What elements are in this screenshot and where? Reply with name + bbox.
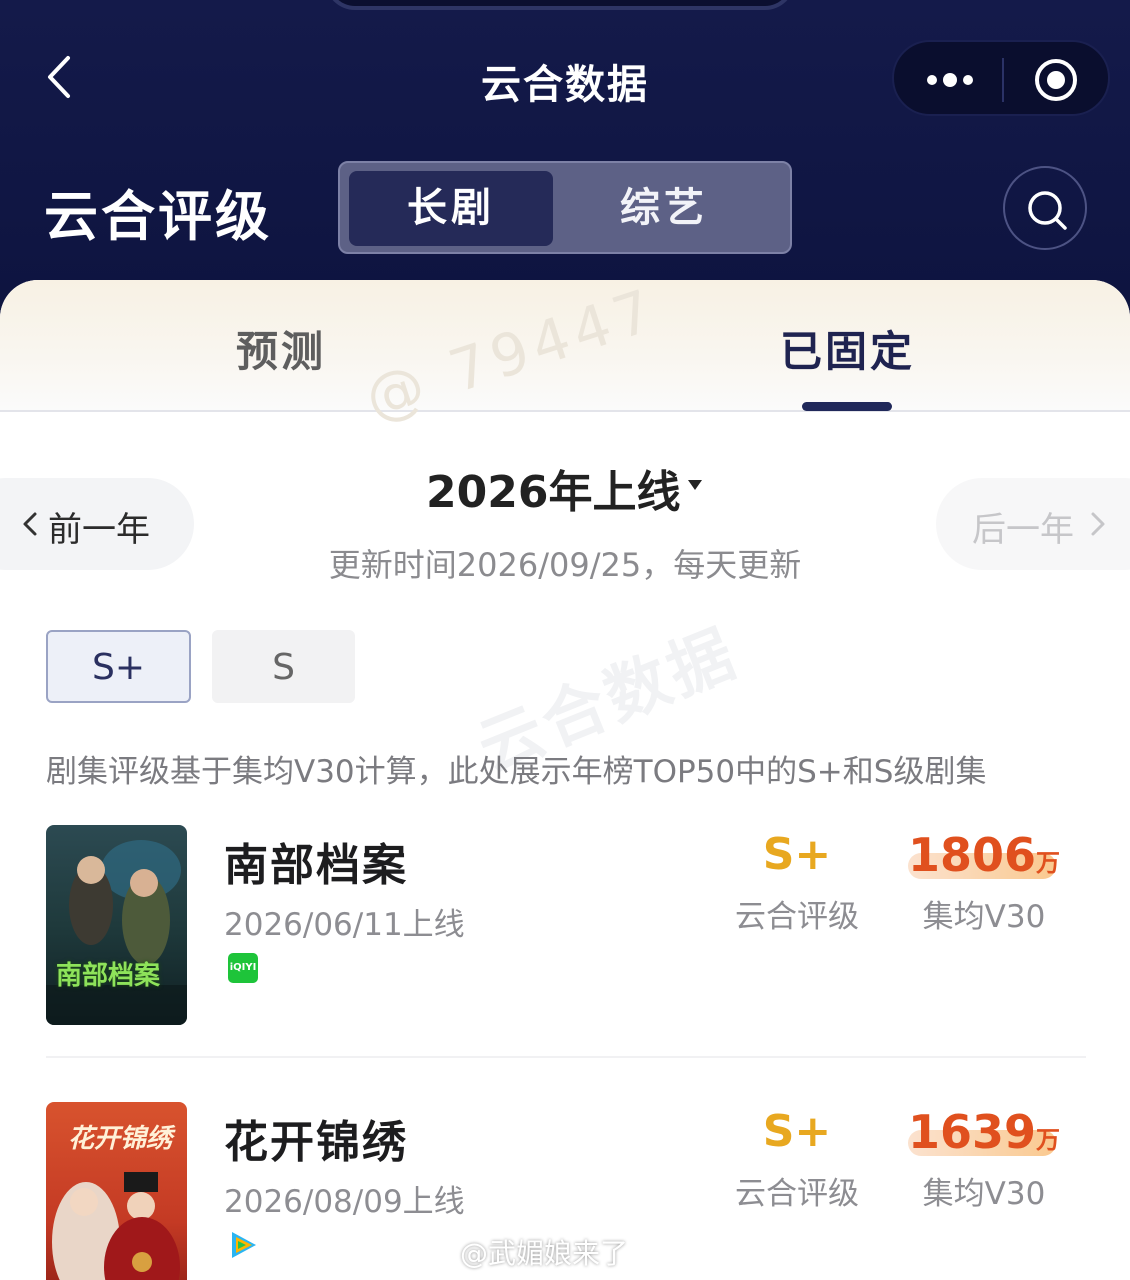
score-block: 1806万 集均V30 — [904, 827, 1064, 936]
score-unit: 万 — [1036, 849, 1061, 877]
segment-long-drama[interactable]: 长剧 — [349, 171, 553, 246]
score-unit: 万 — [1036, 1126, 1061, 1154]
next-year-button[interactable]: 后一年 — [936, 478, 1130, 570]
tab-predict[interactable]: 预测 — [236, 318, 326, 379]
source-credit: @武媚娘来了 — [460, 1237, 629, 1270]
iqiyi-icon: iQIYI — [228, 953, 258, 983]
rating-block: S+ 云合评级 — [732, 827, 862, 936]
drama-release-date: 2026/08/09上线 — [224, 1184, 465, 1220]
score-value: 1639 — [907, 1105, 1037, 1159]
year-selector[interactable]: 2026年上线 — [426, 456, 680, 520]
more-dots-icon — [927, 73, 973, 87]
top-header: 云合数据 云合评级 长剧 综艺 — [0, 0, 1130, 300]
drama-title: 南部档案 — [224, 840, 408, 891]
score-label: 集均V30 — [922, 899, 1046, 935]
rating-value: S+ — [762, 829, 832, 880]
poster-title: 南部档案 — [56, 961, 161, 991]
rating-label: 云合评级 — [735, 899, 859, 935]
category-segmented-control: 长剧 综艺 — [338, 161, 792, 254]
close-miniprogram-button[interactable] — [1032, 56, 1080, 104]
drama-release-date: 2026/06/11上线 — [224, 907, 465, 943]
score-value: 1806 — [907, 828, 1037, 882]
active-tab-indicator — [802, 402, 892, 411]
rating-value: S+ — [762, 1106, 832, 1157]
drama-poster: 花开锦绣 — [46, 1102, 187, 1280]
capsule-divider — [1002, 58, 1004, 102]
next-year-label: 后一年 — [972, 510, 1074, 550]
rating-block: S+ 云合评级 — [732, 1104, 862, 1213]
drama-title: 花开锦绣 — [224, 1117, 408, 1168]
chevron-left-icon — [23, 512, 37, 536]
section-title: 云合评级 — [44, 185, 272, 248]
tab-bar: @ 79447 预测 已固定 — [0, 280, 1130, 433]
search-button[interactable] — [1003, 166, 1087, 250]
filter-s-plus[interactable]: S+ — [46, 630, 191, 703]
score-block: 1639万 集均V30 — [904, 1104, 1064, 1213]
tencent-video-icon — [226, 1228, 260, 1262]
search-icon — [1028, 191, 1067, 230]
drama-poster: 南部档案 — [46, 825, 187, 1025]
rating-label: 云合评级 — [735, 1176, 859, 1212]
drama-row[interactable]: 南部档案 南部档案 2026/06/11上线 iQIYI S+ 云合评级 180… — [46, 825, 1086, 1025]
filter-s[interactable]: S — [212, 630, 355, 703]
score-label: 集均V30 — [922, 1176, 1046, 1212]
segment-variety[interactable]: 综艺 — [562, 171, 766, 246]
rating-note: 剧集评级基于集均V30计算，此处展示年榜TOP50中的S+和S级剧集 — [46, 754, 987, 790]
more-button[interactable] — [920, 60, 980, 100]
caret-down-icon — [688, 480, 702, 490]
mini-program-capsule — [892, 40, 1110, 116]
watermark: @ 79447 — [356, 280, 667, 434]
row-divider — [46, 1056, 1086, 1058]
device-notch — [325, 0, 795, 10]
target-circle-icon — [1035, 59, 1077, 101]
poster-title: 花开锦绣 — [68, 1124, 173, 1154]
tab-fixed[interactable]: 已固定 — [780, 318, 915, 379]
chevron-right-icon — [1091, 512, 1105, 536]
main-card: @ 79447 预测 已固定 前一年 2026年上线 更新时间2026/09/2… — [0, 280, 1130, 1280]
